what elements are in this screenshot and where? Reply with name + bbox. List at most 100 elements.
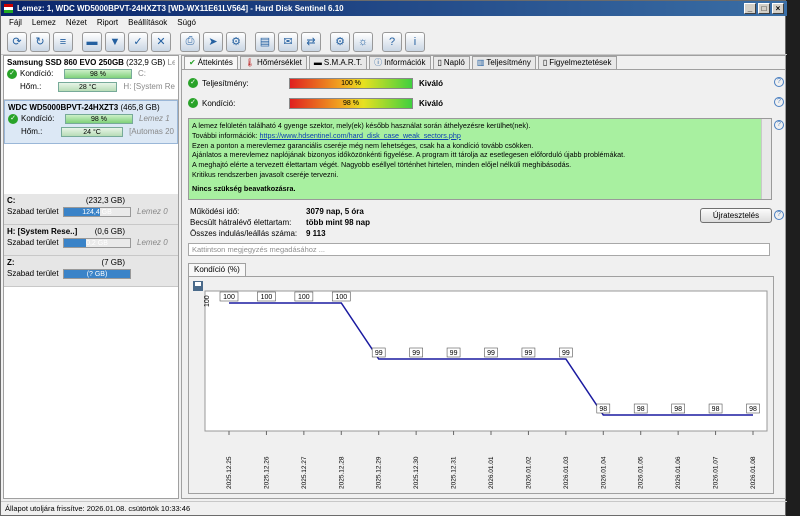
- tab-overview[interactable]: ✔ Áttekintés: [184, 56, 238, 69]
- lifetime-row: Becsült hátralévő élettartam: több mint 9…: [190, 218, 370, 227]
- svg-text:100: 100: [335, 294, 347, 301]
- tab-smart[interactable]: ▬ S.M.A.R.T.: [308, 56, 368, 69]
- power-cycles-row: Összes indulás/leállás száma: 9 113: [190, 229, 326, 238]
- print-icon[interactable]: ⎙: [180, 31, 200, 52]
- gear-icon[interactable]: ⚙: [330, 31, 350, 52]
- condition-bar: 98 %: [289, 97, 413, 109]
- menu-file[interactable]: Fájl: [9, 16, 22, 29]
- condition-bar: 98 %: [65, 113, 133, 124]
- menu-help[interactable]: Súgó: [177, 16, 196, 29]
- x-tick-label: 2025.12.29: [376, 456, 383, 489]
- tab-log[interactable]: ▯ Napló: [432, 56, 470, 69]
- x-tick-label: 2026.01.02: [525, 456, 532, 489]
- menu-bar: Fájl Lemez Nézet Riport Beállítások Súgó: [1, 16, 787, 29]
- message-scrollbar[interactable]: [761, 119, 771, 199]
- verdict-text: Nincs szükség beavatkozásra.: [192, 183, 296, 193]
- data-label: 99: [521, 347, 536, 358]
- y-tick-label: 100: [204, 295, 211, 307]
- condition-chart: 100 100 2025.12.25 100 2025.12.26 100 2025.12.…: [193, 281, 768, 489]
- x-tick-label: 2025.12.31: [451, 456, 458, 489]
- volume-item-c[interactable]: C: (232,3 GB) Szabad terület 124,4 GB Lemez…: [4, 194, 178, 225]
- help-icon[interactable]: ?: [774, 120, 784, 130]
- report-icon[interactable]: ▤: [255, 31, 275, 52]
- data-label: 98: [633, 403, 648, 414]
- minimize-button[interactable]: _: [744, 3, 756, 14]
- disk-icon[interactable]: ▬: [82, 31, 102, 52]
- menu-disk[interactable]: Lemez: [32, 16, 56, 29]
- disk-down-icon[interactable]: ▼: [105, 31, 125, 52]
- disk-check-icon[interactable]: ✓: [128, 31, 148, 52]
- svg-text:98: 98: [599, 406, 607, 413]
- data-label: 98: [708, 403, 723, 414]
- svg-text:98: 98: [637, 406, 645, 413]
- condition-bar: 98 %: [64, 68, 132, 79]
- tab-temperature[interactable]: 🌡 Hőmérséklet: [239, 56, 307, 69]
- ok-check-icon: ✓: [188, 78, 198, 88]
- disk-remove-icon[interactable]: ✕: [151, 31, 171, 52]
- tab-performance[interactable]: ▥ Teljesítmény: [471, 56, 536, 69]
- free-space-bar: (? GB): [63, 268, 131, 279]
- main-panel: ✔ Áttekintés 🌡 Hőmérséklet ▬ S.M.A.R.T. ⓘ In…: [181, 55, 786, 499]
- data-label: 100: [331, 291, 351, 302]
- svg-text:99: 99: [412, 350, 420, 357]
- temperature-bar: 24 °C: [61, 126, 124, 137]
- maximize-button[interactable]: □: [758, 3, 770, 14]
- main-window: Lemez: 1, WDC WD5000BPVT-24HXZT3 [WD-WX1…: [0, 0, 787, 516]
- svg-text:100: 100: [261, 294, 273, 301]
- tab-information[interactable]: ⓘ Információk: [369, 56, 431, 69]
- info-link[interactable]: https://www.hdsentinel.com/hard_disk_cas…: [260, 131, 461, 140]
- refresh-icon[interactable]: ⟳: [7, 31, 27, 52]
- x-tick-label: 2026.01.01: [488, 456, 495, 489]
- list-icon[interactable]: ≡: [53, 31, 73, 52]
- refresh-all-icon[interactable]: ↻: [30, 31, 50, 52]
- tab-condition-chart[interactable]: Kondíció (%): [188, 263, 246, 276]
- volume-item-z[interactable]: Z: (7 GB) Szabad terület (? GB): [4, 256, 178, 287]
- ok-check-icon: ✓: [7, 68, 17, 79]
- help-icon[interactable]: ?: [382, 31, 402, 52]
- svg-text:98: 98: [712, 406, 720, 413]
- x-tick-label: 2026.01.04: [600, 456, 607, 489]
- svg-text:98: 98: [749, 406, 757, 413]
- info-icon[interactable]: i: [405, 31, 425, 52]
- free-space-bar: 0,2 GB: [63, 237, 131, 248]
- tab-alerts[interactable]: ▯ Figyelmeztetések: [537, 56, 617, 69]
- x-tick-label: 2026.01.05: [638, 456, 645, 489]
- status-bar: Állapot utoljára frissítve: 2026.01.08. …: [1, 501, 787, 515]
- data-label: 98: [671, 403, 685, 414]
- help-icon[interactable]: ?: [774, 97, 784, 107]
- uptime-row: Működési idő: 3079 nap, 5 óra: [190, 207, 364, 216]
- network-icon[interactable]: ⇄: [301, 31, 321, 52]
- svg-text:100: 100: [298, 294, 310, 301]
- mail-icon[interactable]: ✉: [278, 31, 298, 52]
- x-tick-label: 2026.01.03: [563, 456, 570, 489]
- x-tick-label: 2025.12.26: [263, 456, 270, 489]
- toolbar: ⟳ ↻ ≡ ▬ ▼ ✓ ✕ ⎙ ➤ ⚙ ▤ ✉ ⇄ ⚙ ☼ ? i: [1, 29, 787, 55]
- settings-icon[interactable]: ⚙: [226, 31, 246, 52]
- volume-item-h[interactable]: H: [System Rese..] (0,6 GB) Szabad terüle…: [4, 225, 178, 256]
- tab-bar: ✔ Áttekintés 🌡 Hőmérséklet ▬ S.M.A.R.T. ⓘ In…: [182, 56, 785, 70]
- x-tick-label: 2025.12.27: [301, 456, 308, 489]
- data-label: 99: [559, 347, 573, 358]
- close-button[interactable]: ×: [772, 3, 784, 14]
- condition-chart-panel: 100 100 2025.12.25 100 2025.12.26 100 2025.12.…: [188, 276, 774, 494]
- menu-view[interactable]: Nézet: [66, 16, 87, 29]
- retest-button[interactable]: Újratesztelés: [700, 208, 772, 223]
- disk-item-1[interactable]: WDC WD5000BPVT-24HXZT3 (465,8 GB) ✓ Kondí…: [4, 100, 178, 144]
- ok-check-icon: ✓: [8, 113, 18, 124]
- svg-text:98: 98: [674, 406, 682, 413]
- x-tick-label: 2026.01.08: [750, 456, 757, 489]
- send-icon[interactable]: ➤: [203, 31, 223, 52]
- disk-name: WDC WD5000BPVT-24HXZT3 (465,8 GB): [8, 103, 160, 112]
- menu-report[interactable]: Riport: [97, 16, 118, 29]
- disk-item-0[interactable]: Samsung SSD 860 EVO 250GB (232,9 GB) Le …: [4, 56, 178, 100]
- menu-settings[interactable]: Beállítások: [128, 16, 167, 29]
- note-input[interactable]: Kattintson megjegyzés megadásához ...: [188, 243, 770, 256]
- x-tick-label: 2025.12.25: [226, 456, 233, 489]
- help-icon[interactable]: ?: [774, 77, 784, 87]
- options-icon[interactable]: ☼: [353, 31, 373, 52]
- help-icon[interactable]: ?: [774, 210, 784, 220]
- data-label: 100: [257, 291, 276, 302]
- data-label: 99: [371, 347, 386, 358]
- title-bar: Lemez: 1, WDC WD5000BPVT-24HXZT3 [WD-WX1…: [1, 1, 787, 16]
- data-label: 99: [446, 347, 461, 358]
